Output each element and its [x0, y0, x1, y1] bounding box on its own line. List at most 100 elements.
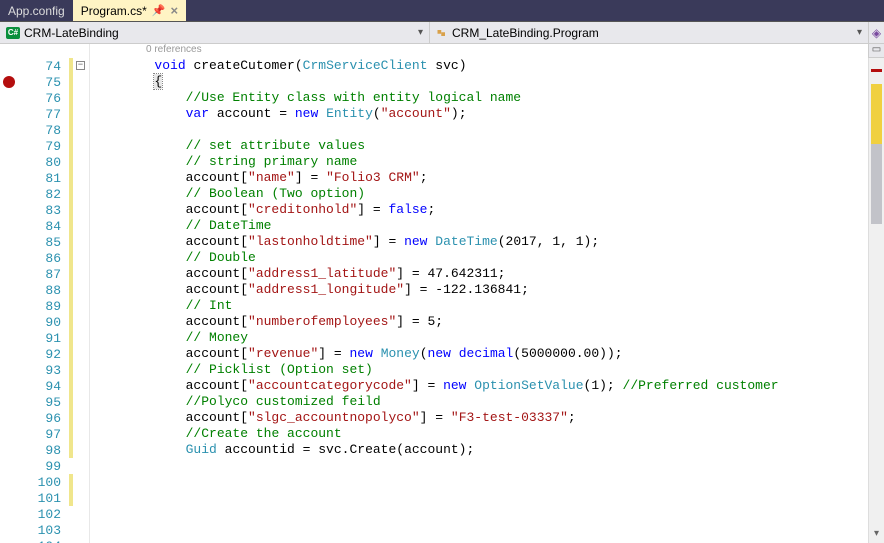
gutter-line[interactable]: 104 — [0, 538, 89, 543]
code-line[interactable]: void createCutomer(CrmServiceClient svc) — [92, 58, 884, 74]
gutter-line[interactable]: 94 — [0, 378, 89, 394]
code-line[interactable]: // Double — [92, 250, 884, 266]
code-line[interactable]: account["name"] = "Folio3 CRM"; — [92, 170, 884, 186]
nav-class-dropdown[interactable]: CRM_LateBinding.Program ▾ — [430, 22, 868, 43]
breakpoint-icon[interactable] — [3, 76, 15, 88]
code-line[interactable]: account["lastonholdtime"] = new DateTime… — [92, 234, 884, 250]
scroll-down-arrow[interactable]: ▾ — [869, 527, 884, 543]
change-indicator — [69, 106, 73, 122]
nav-project-dropdown[interactable]: C# CRM-LateBinding ▾ — [0, 22, 430, 43]
gutter-line[interactable]: 78 — [0, 122, 89, 138]
change-indicator — [69, 346, 73, 362]
line-number: 92 — [45, 347, 61, 362]
gutter-line[interactable]: 103 — [0, 522, 89, 538]
code-surface[interactable]: 0 references void createCutomer(CrmServi… — [90, 44, 884, 543]
code-line[interactable]: account["creditonhold"] = false; — [92, 202, 884, 218]
class-icon — [436, 27, 448, 39]
change-indicator — [69, 202, 73, 218]
gutter-line[interactable]: 99 — [0, 458, 89, 474]
change-indicator — [69, 330, 73, 346]
gutter-line[interactable]: 86 — [0, 250, 89, 266]
change-indicator — [69, 138, 73, 154]
code-line[interactable]: // Int — [92, 298, 884, 314]
gutter-line[interactable]: 81 — [0, 170, 89, 186]
change-indicator — [69, 378, 73, 394]
gutter-line[interactable]: 88 — [0, 282, 89, 298]
code-line[interactable]: // set attribute values — [92, 138, 884, 154]
method-cube-icon: ◈ — [872, 26, 881, 40]
code-line[interactable]: account["slgc_accountnopolyco"] = "F3-te… — [92, 410, 884, 426]
gutter-line[interactable]: 98 — [0, 442, 89, 458]
gutter-line[interactable]: 93 — [0, 362, 89, 378]
gutter-line[interactable]: 90 — [0, 314, 89, 330]
code-line[interactable] — [92, 474, 884, 490]
change-indicator — [69, 282, 73, 298]
gutter-line[interactable]: 79 — [0, 138, 89, 154]
nav-member-dropdown[interactable]: ◈ — [868, 22, 884, 43]
code-line[interactable]: // Money — [92, 330, 884, 346]
gutter-line[interactable]: 101 — [0, 490, 89, 506]
line-number: 87 — [45, 267, 61, 282]
code-line[interactable]: account["numberofemployees"] = 5; — [92, 314, 884, 330]
gutter-line[interactable]: 76 — [0, 90, 89, 106]
tab-label: Program.cs* — [81, 4, 147, 18]
code-line[interactable] — [92, 490, 884, 506]
gutter-line[interactable]: 102 — [0, 506, 89, 522]
gutter-line[interactable]: 100 — [0, 474, 89, 490]
code-line[interactable] — [92, 522, 884, 538]
tab-program-cs[interactable]: Program.cs* 📌 × — [73, 0, 186, 21]
codelens-references[interactable]: 0 references — [92, 44, 884, 58]
code-line[interactable]: // Boolean (Two option) — [92, 186, 884, 202]
gutter-line[interactable]: 97 — [0, 426, 89, 442]
gutter-line[interactable]: 74− — [0, 58, 89, 74]
code-line[interactable]: Guid accountid = svc.Create(account); — [92, 442, 884, 458]
pin-icon[interactable]: 📌 — [152, 4, 166, 17]
gutter-line[interactable]: 87 — [0, 266, 89, 282]
code-line[interactable]: account["address1_latitude"] = 47.642311… — [92, 266, 884, 282]
code-line[interactable]: var account = new Entity("account"); — [92, 106, 884, 122]
gutter-line[interactable]: 77 — [0, 106, 89, 122]
code-line[interactable]: //Polyco customized feild — [92, 394, 884, 410]
code-line[interactable] — [92, 122, 884, 138]
line-number: 83 — [45, 203, 61, 218]
tab-app-config[interactable]: App.config — [0, 0, 73, 21]
nav-project-label: CRM-LateBinding — [24, 26, 119, 40]
vertical-scrollbar[interactable]: ▭ ▴ ▾ — [868, 44, 884, 543]
gutter-line[interactable]: 89 — [0, 298, 89, 314]
code-line[interactable]: // Picklist (Option set) — [92, 362, 884, 378]
editor-gutter: 74−7576777879808182838485868788899091929… — [0, 44, 90, 543]
gutter-line[interactable]: 95 — [0, 394, 89, 410]
code-line[interactable]: { — [92, 74, 884, 90]
split-window-icon[interactable]: ▭ — [868, 44, 884, 58]
code-line[interactable] — [92, 506, 884, 522]
line-number: 75 — [45, 75, 61, 90]
scrollbar-breakpoint-marker — [871, 69, 882, 72]
code-line[interactable]: // string primary name — [92, 154, 884, 170]
gutter-line[interactable]: 80 — [0, 154, 89, 170]
change-indicator — [69, 186, 73, 202]
gutter-line[interactable]: 82 — [0, 186, 89, 202]
gutter-line[interactable]: 83 — [0, 202, 89, 218]
fold-toggle-icon[interactable]: − — [76, 61, 85, 70]
line-number: 86 — [45, 251, 61, 266]
code-line[interactable]: account["revenue"] = new Money(new decim… — [92, 346, 884, 362]
line-number: 95 — [45, 395, 61, 410]
code-line[interactable]: account["accountcategorycode"] = new Opt… — [92, 378, 884, 394]
code-line[interactable]: account["address1_longitude"] = -122.136… — [92, 282, 884, 298]
change-indicator — [69, 474, 73, 490]
code-line[interactable]: //Create the account — [92, 426, 884, 442]
gutter-line[interactable]: 91 — [0, 330, 89, 346]
gutter-line[interactable]: 92 — [0, 346, 89, 362]
gutter-line[interactable]: 85 — [0, 234, 89, 250]
code-line[interactable]: // DateTime — [92, 218, 884, 234]
gutter-line[interactable]: 96 — [0, 410, 89, 426]
code-line[interactable] — [92, 538, 884, 543]
gutter-line[interactable]: 84 — [0, 218, 89, 234]
tab-label: App.config — [8, 4, 65, 18]
code-line[interactable]: //Use Entity class with entity logical n… — [92, 90, 884, 106]
gutter-line[interactable]: 75 — [0, 74, 89, 90]
line-number: 82 — [45, 187, 61, 202]
code-editor[interactable]: 74−7576777879808182838485868788899091929… — [0, 44, 884, 543]
code-line[interactable] — [92, 458, 884, 474]
close-icon[interactable]: × — [170, 3, 178, 18]
